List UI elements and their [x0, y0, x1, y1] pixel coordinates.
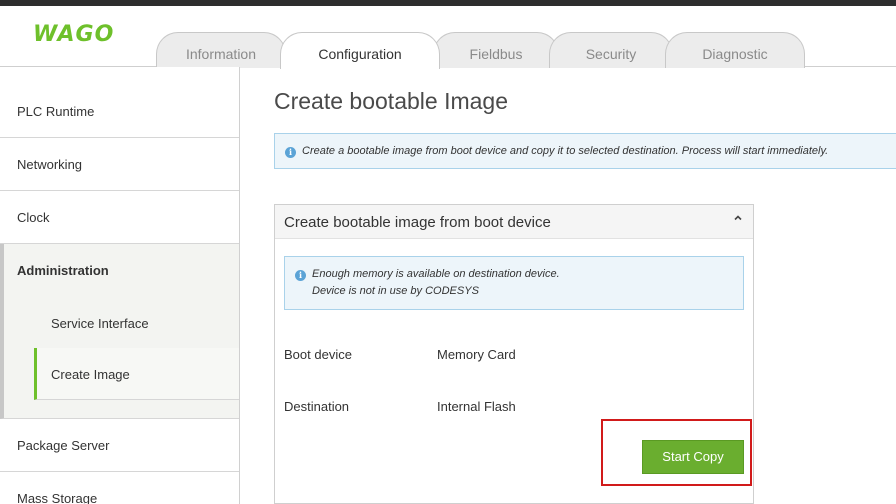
panel-header[interactable]: Create bootable image from boot device — [275, 205, 753, 239]
chevron-up-icon[interactable] — [733, 213, 743, 226]
destination-value: Internal Flash — [437, 399, 516, 414]
sidebar-subitem-create-image[interactable]: Create Image — [34, 348, 239, 400]
sidebar-item-label: Clock — [17, 210, 50, 225]
status-info-box: i Enough memory is available on destinat… — [284, 256, 744, 310]
boot-device-value: Memory Card — [437, 347, 516, 362]
boot-device-label: Boot device — [284, 347, 352, 362]
sidebar-item-mass-storage[interactable]: Mass Storage — [0, 472, 239, 504]
sidebar-group-administration: Administration Service Interface Create … — [0, 244, 239, 419]
sidebar-item-networking[interactable]: Networking — [0, 138, 239, 191]
sidebar-item-label: Networking — [17, 157, 83, 172]
panel-title: Create bootable image from boot device — [284, 214, 551, 231]
sidebar-item-label: Mass Storage — [17, 491, 98, 504]
sidebar-item-plc-runtime[interactable]: PLC Runtime — [0, 85, 239, 138]
sidebar-item-label: Package Server — [17, 438, 110, 453]
info-message: Create a bootable image from boot device… — [302, 145, 829, 157]
sidebar-item-package-server[interactable]: Package Server — [0, 419, 239, 472]
tab-fieldbus[interactable]: Fieldbus — [433, 32, 559, 68]
tab-configuration[interactable]: Configuration — [280, 32, 440, 69]
destination-label: Destination — [284, 399, 350, 414]
page-title: Create bootable Image — [274, 88, 508, 114]
tab-information[interactable]: Information — [156, 32, 286, 68]
info-banner: i Create a bootable image from boot devi… — [274, 133, 896, 169]
sidebar-item-label: PLC Runtime — [17, 104, 95, 119]
header: WAGO Information Configuration Fieldbus … — [0, 6, 896, 69]
sidebar-subitem-label: Create Image — [51, 367, 130, 382]
sidebar-item-clock[interactable]: Clock — [0, 191, 239, 244]
info-icon: i — [285, 147, 296, 158]
main-content: Create bootable Image i Create a bootabl… — [241, 67, 896, 504]
wago-logo: WAGO — [33, 22, 115, 47]
sidebar: PLC Runtime Networking Clock Administrat… — [0, 67, 240, 504]
tab-security[interactable]: Security — [549, 32, 673, 68]
status-line: Enough memory is available on destinatio… — [312, 268, 560, 280]
create-image-panel: Create bootable image from boot device i… — [274, 204, 754, 504]
sidebar-subitem-label: Service Interface — [51, 316, 149, 331]
tab-diagnostic[interactable]: Diagnostic — [665, 32, 805, 68]
sidebar-item-administration[interactable]: Administration — [17, 263, 109, 278]
info-icon: i — [295, 270, 306, 281]
sidebar-subitem-service-interface[interactable]: Service Interface — [34, 297, 239, 349]
start-copy-button[interactable]: Start Copy — [642, 440, 744, 474]
status-line: Device is not in use by CODESYS — [312, 285, 479, 297]
